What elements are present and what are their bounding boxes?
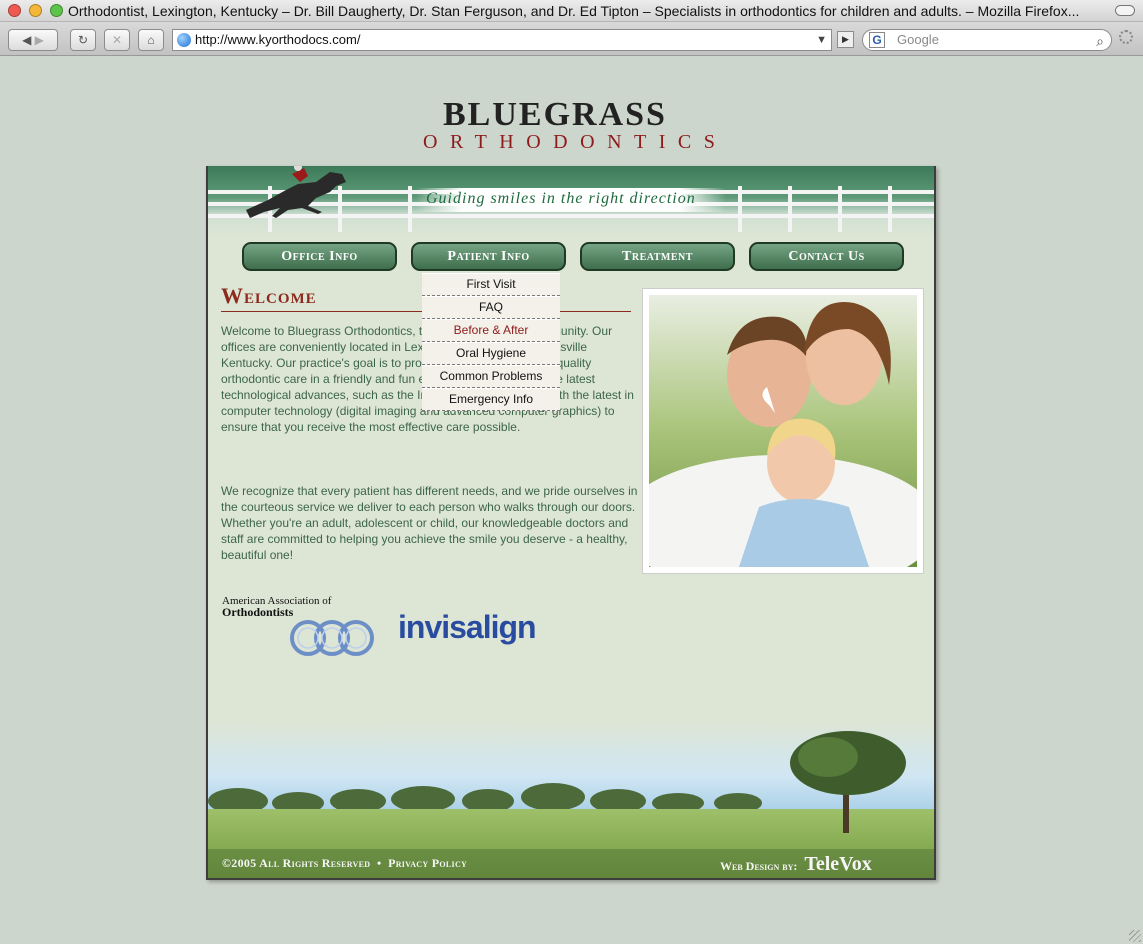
url-history-dropdown-icon[interactable]: ▼: [816, 30, 827, 50]
search-engine-icon[interactable]: G: [869, 32, 885, 48]
footer-copyright-area: ©2005 All Rights Reserved • Privacy Poli…: [222, 856, 467, 871]
copyright-text: ©2005 All Rights Reserved: [222, 856, 371, 870]
stop-icon: ✕: [111, 33, 123, 47]
televox-link[interactable]: TeleVox: [804, 853, 871, 875]
browser-toolbar: ◀ ▶ ↻ ✕ ⌂ http://www.kyorthodocs.com/ ▼ …: [0, 22, 1143, 56]
dropdown-item-faq[interactable]: FAQ: [422, 296, 560, 319]
aao-rings-icon: [290, 620, 374, 656]
url-text: http://www.kyorthodocs.com/: [195, 32, 361, 47]
dropdown-item-first-visit[interactable]: First Visit: [422, 273, 560, 296]
nav-office-info[interactable]: Office Info: [242, 242, 397, 271]
dropdown-item-common-problems[interactable]: Common Problems: [422, 365, 560, 388]
aao-line2: Orthodontists: [222, 605, 294, 619]
nav-contact-us[interactable]: Contact Us: [749, 242, 904, 271]
invisalign-logo[interactable]: invisalign: [398, 609, 537, 646]
patient-info-dropdown: First Visit FAQ Before & After Oral Hygi…: [422, 273, 560, 411]
logo-bluegrass[interactable]: BLUEGRASS: [443, 96, 667, 134]
banner-tagline: Guiding smiles in the right direction: [426, 190, 696, 207]
site-content-frame: Guiding smiles in the right direction Of…: [206, 166, 936, 880]
search-placeholder: Google: [897, 32, 939, 47]
header-banner: Guiding smiles in the right direction: [208, 166, 934, 236]
dropdown-item-oral-hygiene[interactable]: Oral Hygiene: [422, 342, 560, 365]
search-input[interactable]: G Google ⌕: [862, 29, 1112, 51]
home-button[interactable]: ⌂: [138, 29, 164, 51]
back-forward-buttons[interactable]: ◀ ▶: [8, 29, 58, 51]
home-icon: ⌂: [147, 33, 155, 47]
aao-logo[interactable]: American Association of Orthodontists: [222, 596, 382, 660]
zoom-window-icon[interactable]: [50, 4, 63, 17]
minimize-window-icon[interactable]: [29, 4, 42, 17]
go-button[interactable]: ▶: [837, 31, 854, 48]
toolbar-toggle-icon[interactable]: [1115, 5, 1135, 16]
welcome-heading: Welcome: [221, 283, 317, 308]
privacy-policy-link[interactable]: Privacy Policy: [388, 856, 467, 870]
nav-treatment[interactable]: Treatment: [580, 242, 735, 271]
reload-icon: ↻: [77, 33, 89, 47]
back-arrow-icon[interactable]: ◀: [22, 33, 31, 47]
logo-orthodontics: ORTHODONTICS: [423, 131, 728, 153]
welcome-paragraph-2: We recognize that every patient has diff…: [221, 484, 638, 562]
forward-arrow-icon[interactable]: ▶: [35, 33, 44, 47]
footer-separator: •: [376, 856, 382, 870]
reload-button[interactable]: ↻: [70, 29, 96, 51]
window-resize-grip[interactable]: [1129, 930, 1141, 942]
footer-credit-area: Web Design by: TeleVox: [720, 853, 872, 876]
racehorse-icon: [246, 166, 346, 218]
window-titlebar: Orthodontist, Lexington, Kentucky – Dr. …: [0, 0, 1143, 22]
family-photo-image: [649, 295, 917, 567]
dropdown-item-emergency-info[interactable]: Emergency Info: [422, 388, 560, 411]
url-bar[interactable]: http://www.kyorthodocs.com/ ▼: [172, 29, 832, 51]
stop-button[interactable]: ✕: [104, 29, 130, 51]
nav-patient-info[interactable]: Patient Info: [411, 242, 566, 271]
close-window-icon[interactable]: [8, 4, 21, 17]
dropdown-item-before-after[interactable]: Before & After: [422, 319, 560, 342]
magnifier-icon[interactable]: ⌕: [1096, 31, 1104, 51]
family-photo: [642, 288, 924, 574]
site-globe-icon: [177, 33, 191, 47]
web-design-label: Web Design by:: [720, 859, 798, 873]
loading-throbber-icon: [1119, 30, 1133, 44]
window-title: Orthodontist, Lexington, Kentucky – Dr. …: [68, 3, 1080, 19]
